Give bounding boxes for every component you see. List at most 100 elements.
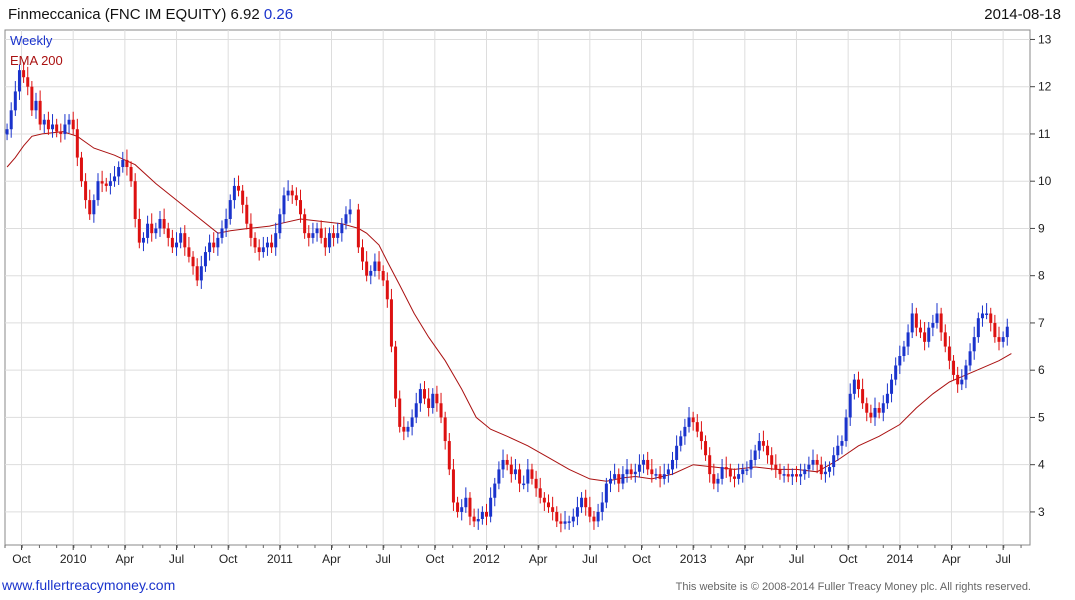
candle-body xyxy=(414,403,418,418)
website-link[interactable]: www.fullertreacymoney.com xyxy=(2,577,175,593)
candle-body xyxy=(323,237,327,248)
y-tick-label: 13 xyxy=(1038,32,1052,46)
y-tick-label: 8 xyxy=(1038,269,1045,283)
candle-body xyxy=(117,167,121,177)
candle-body xyxy=(823,471,827,475)
candle-body xyxy=(964,365,968,380)
candle-body xyxy=(497,469,501,484)
candle-body xyxy=(9,110,13,130)
y-tick-label: 12 xyxy=(1038,80,1052,94)
candle-body xyxy=(274,233,278,248)
candle-body xyxy=(724,467,728,470)
candle-body xyxy=(675,445,679,460)
candle-body xyxy=(745,469,749,471)
x-tick-label: 2011 xyxy=(267,552,293,566)
candle-body xyxy=(617,474,621,484)
candle-body xyxy=(394,346,398,399)
candle-body xyxy=(873,407,877,418)
candle-body xyxy=(389,299,393,347)
x-tick-label: 2013 xyxy=(680,552,707,566)
candle-body xyxy=(960,379,964,385)
candle-body xyxy=(59,131,63,134)
candle-body xyxy=(63,124,67,134)
candle-body xyxy=(451,469,455,503)
candle-body xyxy=(464,497,468,508)
x-tick-label: Jul xyxy=(995,552,1010,566)
candle-body xyxy=(505,459,509,465)
candle-body xyxy=(187,247,191,257)
candle-body xyxy=(402,426,406,432)
candle-body xyxy=(633,471,637,475)
candle-body xyxy=(914,313,918,328)
candle-body xyxy=(369,270,373,276)
candle-body xyxy=(447,441,451,470)
candle-body xyxy=(642,459,646,465)
candle-body xyxy=(555,511,559,522)
plot-area xyxy=(4,29,1031,546)
candle-body xyxy=(5,129,9,135)
x-tick-label: Apr xyxy=(735,552,754,566)
candle-body xyxy=(361,247,365,262)
candle-body xyxy=(146,223,150,238)
candle-body xyxy=(158,218,162,229)
candle-body xyxy=(815,459,819,465)
candle-body xyxy=(906,332,910,347)
candle-body xyxy=(613,474,617,479)
candle-body xyxy=(113,176,117,182)
candle-body xyxy=(898,356,902,366)
candle-body xyxy=(625,469,629,475)
x-tick-label: Oct xyxy=(12,552,31,566)
candle-body xyxy=(133,181,137,219)
x-tick-label: Apr xyxy=(116,552,135,566)
candle-body xyxy=(770,455,774,465)
y-tick-label: 3 xyxy=(1038,505,1045,519)
candle-body xyxy=(848,393,852,418)
y-tick-label: 4 xyxy=(1038,458,1045,472)
candle-body xyxy=(224,218,228,229)
candle-body xyxy=(749,459,753,470)
candle-body xyxy=(910,313,914,333)
candle-body xyxy=(877,407,881,413)
candle-body xyxy=(154,228,158,234)
candle-body xyxy=(493,483,497,498)
candle-body xyxy=(985,313,989,315)
x-tick-label: 2012 xyxy=(473,552,500,566)
x-tick-label: Oct xyxy=(426,552,445,566)
candle-body xyxy=(670,459,674,470)
candle-body xyxy=(761,441,765,446)
candle-body xyxy=(208,242,212,253)
candle-body xyxy=(972,337,976,352)
candle-body xyxy=(249,223,253,238)
candle-body xyxy=(728,469,732,477)
y-tick-label: 11 xyxy=(1038,127,1051,141)
candle-body xyxy=(551,507,555,512)
candle-body xyxy=(439,403,443,418)
candle-body xyxy=(766,445,770,456)
candle-body xyxy=(939,313,943,333)
candle-body xyxy=(559,521,563,524)
candle-body xyxy=(840,441,844,446)
candle-body xyxy=(943,332,947,347)
candle-body xyxy=(989,313,993,323)
candle-body xyxy=(580,497,584,508)
candle-body xyxy=(1001,337,1005,342)
candle-body xyxy=(203,252,207,267)
candle-body xyxy=(30,86,34,111)
candle-body xyxy=(836,445,840,456)
candle-body xyxy=(456,502,460,512)
x-tick-label: Oct xyxy=(632,552,651,566)
candle-body xyxy=(489,497,493,517)
candle-body xyxy=(245,204,249,224)
candle-body xyxy=(17,70,21,92)
candle-body xyxy=(121,159,125,168)
candle-body xyxy=(75,129,79,158)
candle-body xyxy=(216,237,220,248)
candle-body xyxy=(530,469,534,479)
candle-body xyxy=(294,195,298,201)
candle-body xyxy=(509,464,513,475)
candle-body xyxy=(299,200,303,215)
candle-body xyxy=(220,228,224,238)
y-tick-label: 9 xyxy=(1038,221,1045,235)
candle-body xyxy=(162,218,166,229)
candle-body xyxy=(485,511,489,517)
